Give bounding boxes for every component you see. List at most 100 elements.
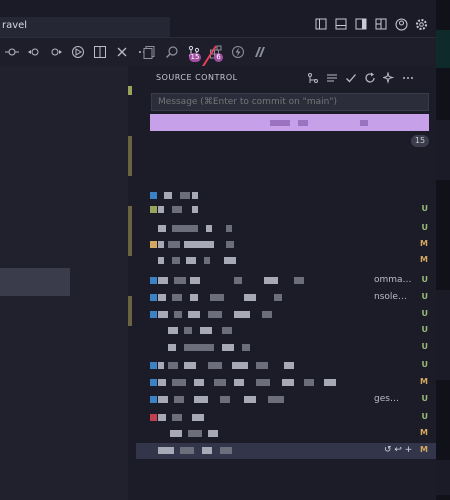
blurred-filename: [168, 327, 178, 334]
gutter-marker: [128, 86, 132, 95]
blurred-filename: [262, 311, 272, 318]
change-row[interactable]: U: [136, 410, 436, 426]
blurred-filename: [234, 311, 250, 318]
file-path-label: omma…: [374, 275, 412, 285]
account-icon[interactable]: [394, 17, 408, 31]
blurred-filename: [210, 294, 224, 301]
split-editor-icon[interactable]: [92, 44, 108, 60]
blurred-filename: [274, 294, 282, 301]
blurred-button-label: [360, 120, 368, 126]
blurred-filename: [208, 362, 222, 369]
adjacent-window-strip: [436, 0, 450, 500]
change-row[interactable]: U: [136, 307, 436, 323]
settings-gear-icon[interactable]: [414, 17, 428, 31]
open-file-icon[interactable]: [70, 44, 86, 60]
blurred-filename: [220, 447, 232, 454]
commit-check-icon[interactable]: [344, 71, 357, 84]
close-editor-icon[interactable]: [114, 44, 130, 60]
toggle-panel-icon[interactable]: [334, 17, 348, 31]
change-row[interactable]: omma… U: [136, 273, 436, 289]
editor-area[interactable]: [0, 66, 128, 500]
change-row[interactable]: M: [136, 237, 436, 253]
blurred-filename: [158, 294, 166, 301]
graph-icon[interactable]: [306, 71, 319, 84]
blurred-filename: [188, 311, 200, 318]
blurred-filename: [158, 414, 166, 421]
blurred-filename: [222, 344, 234, 351]
blurred-filename: [180, 192, 190, 199]
blurred-filename: [294, 277, 304, 284]
editor-tab[interactable]: ravel: [0, 17, 170, 37]
toolbar-row: 15 6: [0, 38, 436, 78]
blurred-filename: [224, 257, 236, 264]
blurred-filename: [174, 396, 184, 403]
blurred-filename: [158, 257, 164, 264]
change-status-badge: M: [420, 428, 428, 437]
blurred-filename: [222, 327, 232, 334]
search-icon[interactable]: [164, 44, 180, 60]
lightning-icon[interactable]: [230, 44, 246, 60]
blurred-filename: [158, 379, 166, 386]
change-row[interactable]: M: [136, 426, 436, 442]
change-status-badge: M: [420, 255, 428, 264]
blurred-filename: [158, 225, 166, 232]
blurred-button-label: [270, 120, 290, 126]
change-row[interactable]: U: [136, 340, 436, 356]
blurred-editor-content: [0, 268, 70, 296]
blurred-filename: [324, 379, 336, 386]
commit-button[interactable]: [150, 114, 429, 131]
change-row[interactable]: U: [136, 323, 436, 339]
change-row[interactable]: M: [136, 253, 436, 269]
refresh-icon[interactable]: [363, 71, 376, 84]
toggle-secondary-sidebar-icon[interactable]: [354, 17, 368, 31]
git-compare-icon[interactable]: [4, 44, 20, 60]
next-change-icon[interactable]: [48, 44, 64, 60]
blurred-filename: [168, 241, 180, 248]
change-status-badge: U: [421, 309, 429, 318]
discard-stage-actions[interactable]: ↺ ↩ +: [384, 445, 412, 455]
blurred-filename: [172, 379, 186, 386]
blurred-filename: [158, 277, 168, 284]
blurred-filename: [158, 311, 168, 318]
explorer-icon[interactable]: [142, 44, 158, 60]
file-type-icon: [150, 206, 157, 213]
source-control-panel: SOURCE CONTROL 15 UUMMomma…Unsole…UUUUUM…: [136, 66, 436, 500]
change-row[interactable]: U: [136, 202, 436, 218]
blurred-filename: [192, 206, 198, 213]
blurred-filename: [282, 379, 294, 386]
blurred-filename: [158, 396, 168, 403]
view-as-list-icon[interactable]: [325, 71, 338, 84]
change-row[interactable]: nsole… U: [136, 290, 436, 306]
sparkle-icon[interactable]: [382, 71, 395, 84]
file-type-icon: [150, 241, 157, 248]
change-row[interactable]: ges… U: [136, 392, 436, 408]
change-status-badge: U: [421, 412, 429, 421]
change-row[interactable]: U: [136, 221, 436, 237]
editor-actions: [0, 38, 152, 66]
blurred-filename: [172, 206, 182, 213]
file-type-icon: [150, 396, 157, 403]
gutter-marker: [128, 206, 132, 256]
editor-minimap-gutter: [128, 66, 136, 500]
blurred-filename: [264, 277, 278, 284]
file-path-label: nsole…: [374, 292, 407, 302]
extension-logo-icon[interactable]: [252, 44, 268, 60]
change-status-badge: U: [421, 223, 429, 232]
blurred-filename: [208, 311, 222, 318]
previous-change-icon[interactable]: [26, 44, 42, 60]
customize-layout-icon[interactable]: [374, 17, 388, 31]
panel-actions: [306, 71, 414, 84]
change-row[interactable]: M: [136, 375, 436, 391]
blurred-filename: [172, 414, 182, 421]
commit-message-input[interactable]: [151, 93, 429, 111]
more-actions-icon[interactable]: [401, 71, 414, 84]
blurred-filename: [184, 362, 196, 369]
change-status-badge: U: [421, 360, 429, 369]
change-row[interactable]: U: [136, 358, 436, 374]
panel-title: SOURCE CONTROL: [156, 73, 238, 82]
change-row[interactable]: ↺ ↩ + M: [136, 443, 436, 459]
blurred-filename: [164, 192, 172, 199]
blurred-filename: [172, 225, 198, 232]
toggle-primary-sidebar-icon[interactable]: [314, 17, 328, 31]
editor-tab-label: ravel: [2, 20, 28, 31]
